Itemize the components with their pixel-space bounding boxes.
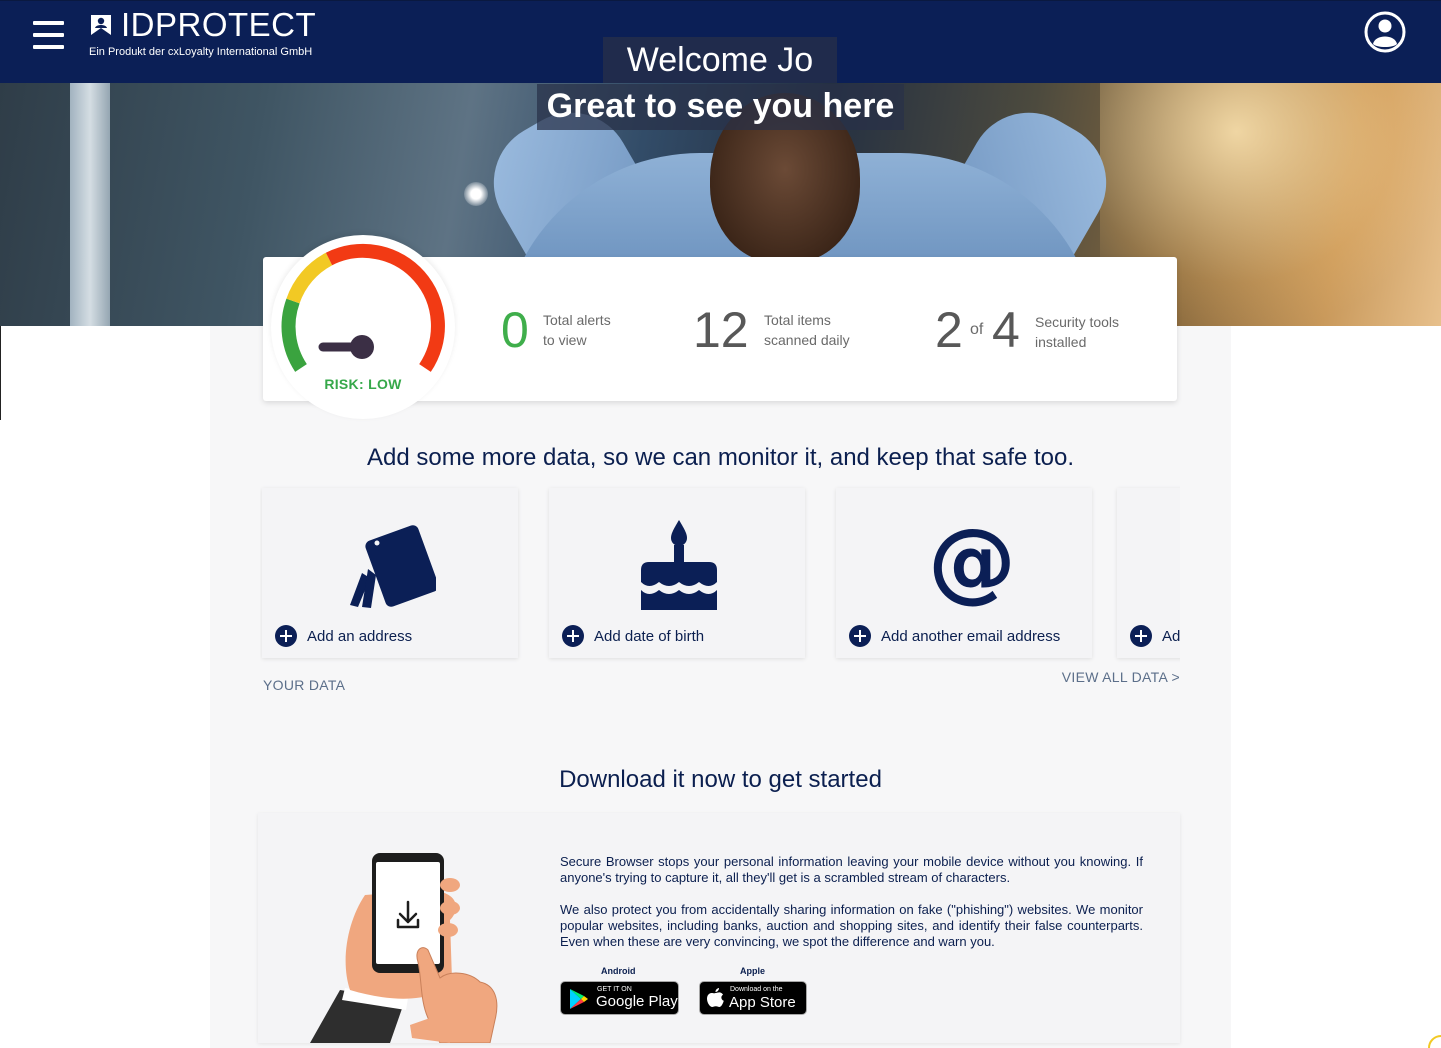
android-caption: Android [601,966,636,976]
scanned-count: 12 [693,302,749,358]
plus-circle-icon[interactable] [275,625,297,647]
data-tiles-carousel: Add an address Add date of birth @ Add a… [260,485,1180,665]
phone-download-illustration [310,853,498,1043]
apple-caption: Apple [740,966,766,976]
tools-label-line1: Security tools [1035,314,1120,330]
welcome-tagline: Great to see you here [546,87,895,125]
alerts-count: 0 [501,302,529,358]
tile-label[interactable]: Add date of birth [594,628,704,645]
plus-circle-icon[interactable] [1130,625,1152,647]
welcome-heading: Welcome Jo [626,41,814,79]
tile-label[interactable]: Add another email address [881,628,1060,645]
apple-icon [707,988,724,1007]
add-address-tile[interactable]: Add an address [262,488,518,658]
download-description-1: Secure Browser stops your personal infor… [560,854,1143,885]
scanned-label-line2: scanned daily [764,332,850,348]
plus-circle-icon[interactable] [562,625,584,647]
tools-label-line2: installed [1035,334,1087,350]
profile-icon[interactable] [1364,11,1406,53]
brand-name[interactable]: IDPROTECT [121,7,316,43]
add-more-tile[interactable]: Ad [1117,488,1180,658]
tools-of-label: of [970,321,984,338]
app-store-small-text: Download on the [730,986,783,993]
add-data-heading: Add some more data, so we can monitor it… [366,444,1075,471]
google-play-badge[interactable]: GET IT ON Google Play [560,981,679,1015]
birthday-cake-icon [641,520,717,610]
tools-total-count: 4 [992,302,1020,358]
decorative-corner-icon [1428,1035,1441,1048]
view-all-data-link[interactable]: VIEW ALL DATA > [1020,669,1180,685]
app-store-big-text: App Store [729,994,796,1011]
plus-circle-icon[interactable] [849,625,871,647]
tools-installed-count: 2 [935,302,963,358]
your-data-link[interactable]: YOUR DATA [263,677,345,693]
address-cards-icon [350,525,436,608]
add-date-of-birth-tile[interactable]: Add date of birth [549,488,805,658]
google-play-icon [570,989,588,1009]
brand-subtitle: Ein Produkt der cxLoyalty International … [89,46,313,58]
menu-icon[interactable] [33,20,64,50]
tile-label[interactable]: Add an address [307,628,412,645]
risk-level-label: RISK: LOW [324,376,402,392]
tile-label[interactable]: Ad [1162,628,1180,645]
scanned-label-line1: Total items [764,312,831,328]
download-description-2: We also protect you from accidentally sh… [560,902,1143,949]
alerts-label-line1: Total alerts [543,312,611,328]
google-play-big-text: Google Play [596,993,678,1010]
alerts-label-line2: to view [543,332,587,348]
idprotect-logo-icon [91,15,111,35]
add-email-tile[interactable]: @ Add another email address [836,488,1092,658]
download-heading: Download it now to get started [559,766,882,793]
app-store-badge[interactable]: Download on the App Store [699,981,807,1015]
at-sign-icon: @ [928,509,1016,612]
